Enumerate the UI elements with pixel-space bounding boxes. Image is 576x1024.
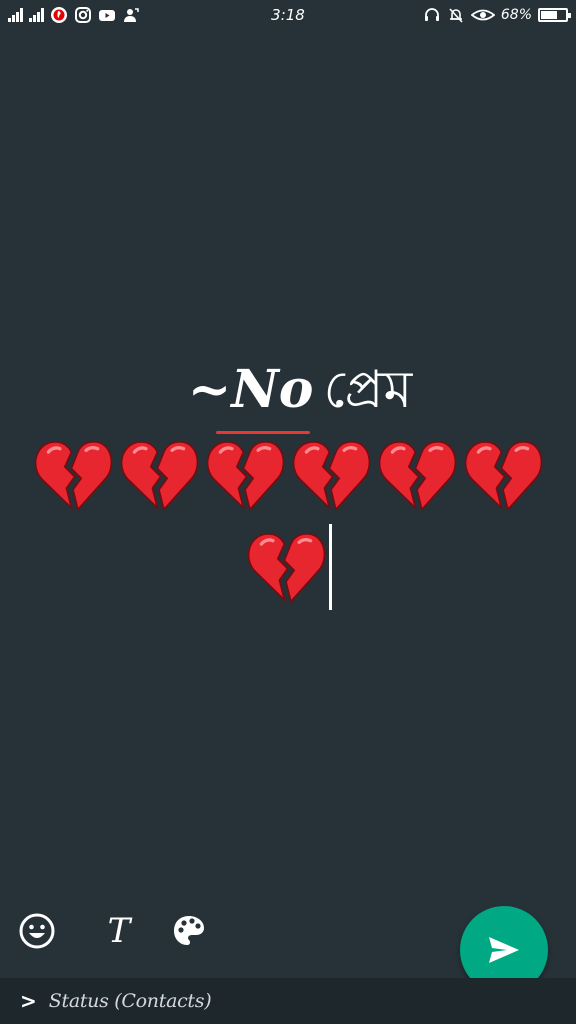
broken-heart-emoji [247,532,325,604]
status-bar: 3:18 68% [0,0,576,30]
broken-heart-emoji [464,440,543,512]
palette-icon [174,916,204,945]
contact-sync-icon [124,8,139,22]
instagram-icon [75,7,91,23]
emoji-button[interactable] [14,908,60,954]
clock: 3:18 [271,6,305,24]
color-palette-button[interactable] [166,908,212,954]
headset-icon [424,8,439,21]
text-style-button[interactable]: T [96,908,142,954]
chevron-right-icon: > [20,989,37,1013]
mute-bell-icon [449,8,463,23]
text-style-icon: T [107,911,131,951]
text-cursor [328,524,332,610]
emoji-row [0,434,576,516]
audience-label: Status (Contacts) [48,990,212,1012]
battery-level [541,11,558,19]
eye-icon [470,9,495,21]
emoji-icon [19,913,55,949]
status-title-text: প্রেম [323,360,413,420]
status-text-composer[interactable]: ~No প্রেম [0,350,576,610]
status-composer-screen: 3:18 68% ~No প্রেম T > Status (Contacts) [0,0,576,1024]
broken-heart-emoji [378,440,457,512]
youtube-icon [99,10,115,21]
send-icon [489,937,519,963]
battery-percent: 68% [500,7,532,23]
status-title-line: ~No প্রেম [12,350,576,434]
status-bar-right: 68% [423,6,571,24]
status-bar-left [8,6,140,24]
audience-bar[interactable]: > Status (Contacts) [0,978,576,1024]
signal-icon [8,8,23,22]
signal-icon [29,8,44,22]
broken-heart-emoji [206,440,285,512]
status-title-prefix: ~No [188,350,314,434]
battery-icon [538,8,571,22]
vodafone-icon [51,7,67,23]
broken-heart-emoji [120,440,199,512]
emoji-row [0,524,576,610]
broken-heart-emoji [34,440,113,512]
broken-heart-emoji [292,440,371,512]
